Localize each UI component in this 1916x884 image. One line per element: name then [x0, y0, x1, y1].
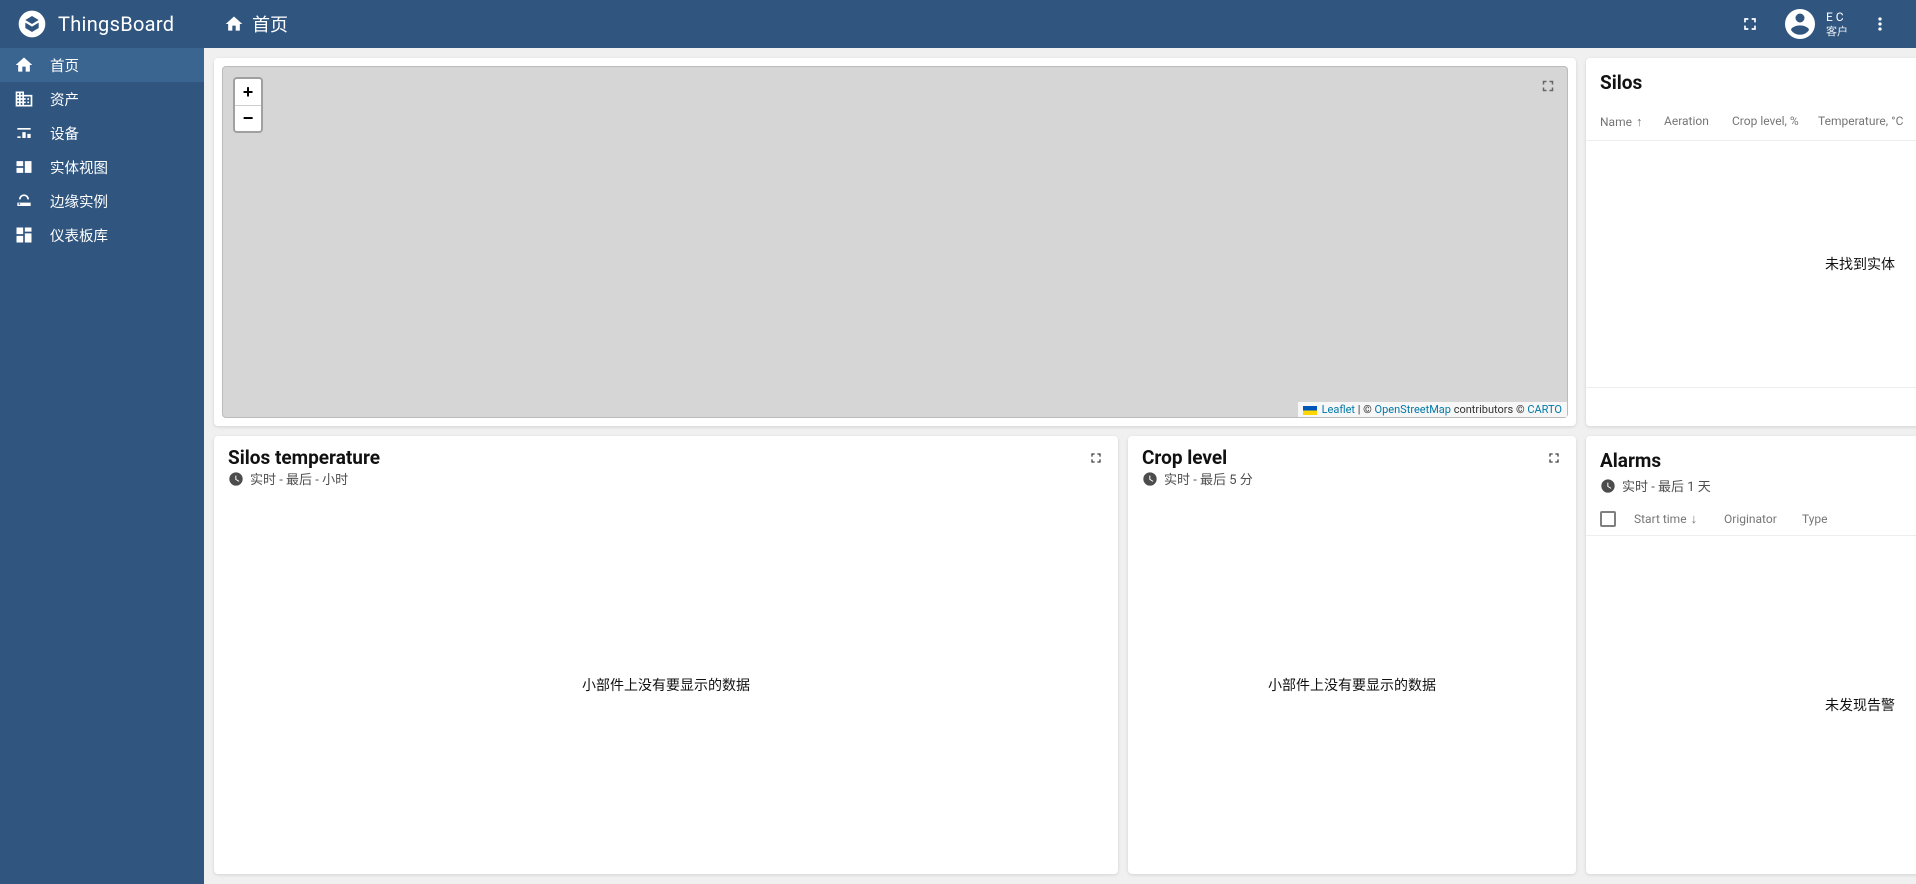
zoom-control: + −: [233, 77, 263, 133]
crop-empty: 小部件上没有要显示的数据: [1128, 496, 1576, 874]
widget-title: Silos temperature: [228, 446, 380, 469]
sidebar-item-label: 仪表板库: [50, 225, 108, 246]
sidebar-item-entity-views[interactable]: 实体视图: [0, 150, 204, 184]
osm-link[interactable]: OpenStreetMap: [1375, 403, 1451, 416]
user-name: E C: [1826, 10, 1848, 24]
logo[interactable]: ThingsBoard: [8, 8, 204, 40]
zoom-in-button[interactable]: +: [235, 79, 261, 105]
crop-level-widget: Crop level 实时 - 最后 5 分 小部件上没有要显示的数据: [1128, 436, 1576, 874]
account-icon: [1782, 6, 1818, 42]
temp-empty: 小部件上没有要显示的数据: [214, 496, 1118, 874]
col-crop[interactable]: Crop level, %: [1732, 114, 1818, 130]
widget-fullscreen-button[interactable]: [1546, 450, 1562, 470]
pager: 1 – 0 - 0: [1586, 387, 1916, 426]
home-icon: [224, 14, 244, 34]
breadcrumb[interactable]: 首页: [204, 11, 288, 37]
dashboard-content: + − Leaflet | © OpenStreetMap contributo…: [204, 48, 1916, 884]
fullscreen-icon: [1088, 450, 1104, 466]
carto-link[interactable]: CARTO: [1527, 403, 1562, 416]
clock-icon: [228, 471, 244, 487]
clock-icon: [1142, 471, 1158, 487]
user-menu[interactable]: E C 客户: [1782, 6, 1848, 42]
sidebar-item-assets[interactable]: 资产: [0, 82, 204, 116]
alarms-empty: 未发现告警: [1586, 536, 1916, 874]
home-icon: [14, 55, 34, 75]
devices-icon: [14, 123, 34, 143]
sidebar-item-edge[interactable]: 边缘实例: [0, 184, 204, 218]
sidebar-item-devices[interactable]: 设备: [0, 116, 204, 150]
map-attribution: Leaflet | © OpenStreetMap contributors ©…: [1298, 402, 1567, 417]
thingsboard-logo-icon: [16, 8, 48, 40]
silos-temperature-widget: Silos temperature 实时 - 最后 - 小时 小部件上没有要显示…: [214, 436, 1118, 874]
col-name[interactable]: Name↑: [1600, 114, 1664, 130]
widget-title: Crop level: [1142, 446, 1227, 469]
ukraine-flag-icon: [1303, 406, 1317, 415]
sidebar-item-dashboards[interactable]: 仪表板库: [0, 218, 204, 252]
more-button[interactable]: [1860, 4, 1900, 44]
widget-sub: 实时 - 最后 1 天: [1622, 476, 1711, 495]
sidebar-item-label: 资产: [50, 89, 79, 110]
silos-empty: 未找到实体: [1586, 141, 1916, 387]
user-role: 客户: [1826, 25, 1848, 38]
col-type[interactable]: Type: [1802, 512, 1858, 526]
dashboard-icon: [14, 225, 34, 245]
sidebar: 首页 资产 设备 实体视图 边缘实例 仪表板库: [0, 48, 204, 884]
clock-icon: [1600, 478, 1616, 494]
widget-title: Silos: [1600, 71, 1642, 94]
widget-title: Alarms: [1600, 449, 1661, 472]
map-fullscreen-button[interactable]: [1539, 77, 1557, 99]
fullscreen-icon: [1546, 450, 1562, 466]
col-temp[interactable]: Temperature, °C: [1818, 114, 1916, 130]
sidebar-item-label: 首页: [50, 55, 79, 76]
col-aeration[interactable]: Aeration: [1664, 114, 1732, 130]
alarms-widget: Alarms 实时 - 最后 1 天 Start time↓ Origina: [1586, 436, 1916, 874]
toolbar-right: E C 客户: [1730, 4, 1908, 44]
fullscreen-icon: [1539, 77, 1557, 95]
leaflet-link[interactable]: Leaflet: [1322, 403, 1355, 416]
alarms-table-header: Start time↓ Originator Type Severity Sta…: [1586, 503, 1916, 536]
fullscreen-icon: [1740, 14, 1760, 34]
breadcrumb-label: 首页: [252, 11, 288, 37]
silos-widget: Silos Name↑ Aeration Crop level, % Tempe…: [1586, 58, 1916, 426]
view-icon: [14, 157, 34, 177]
col-start[interactable]: Start time↓: [1634, 511, 1706, 527]
silos-table-header: Name↑ Aeration Crop level, % Temperature…: [1586, 102, 1916, 141]
map-widget: + − Leaflet | © OpenStreetMap contributo…: [214, 58, 1576, 426]
col-originator[interactable]: Originator: [1724, 512, 1784, 526]
sidebar-item-label: 边缘实例: [50, 191, 108, 212]
zoom-out-button[interactable]: −: [235, 105, 261, 131]
domain-icon: [14, 89, 34, 109]
fullscreen-button[interactable]: [1730, 4, 1770, 44]
more-vert-icon: [1870, 14, 1890, 34]
logo-text: ThingsBoard: [58, 12, 174, 36]
widget-sub: 实时 - 最后 5 分: [1164, 469, 1253, 488]
widget-fullscreen-button[interactable]: [1088, 450, 1104, 470]
sidebar-item-label: 设备: [50, 123, 79, 144]
top-toolbar: ThingsBoard 首页 E C 客户: [0, 0, 1916, 48]
sidebar-item-home[interactable]: 首页: [0, 48, 204, 82]
sort-asc-icon: ↑: [1636, 114, 1643, 130]
map-canvas[interactable]: + − Leaflet | © OpenStreetMap contributo…: [222, 66, 1568, 418]
sidebar-item-label: 实体视图: [50, 157, 108, 178]
select-all-checkbox[interactable]: [1600, 511, 1616, 527]
widget-sub: 实时 - 最后 - 小时: [250, 469, 348, 488]
sort-desc-icon: ↓: [1691, 511, 1698, 527]
router-icon: [14, 191, 34, 211]
